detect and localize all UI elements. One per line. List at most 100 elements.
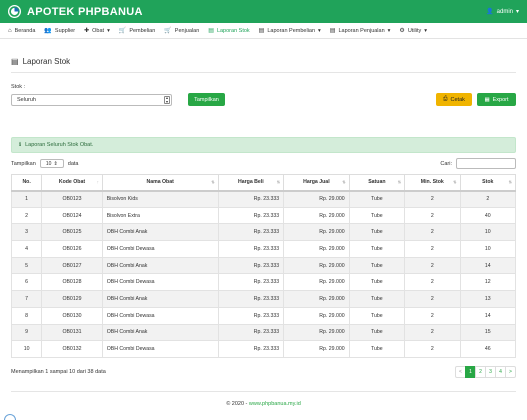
table-cell: 2: [404, 240, 461, 258]
table-cell: 5: [10, 256, 43, 275]
length-prefix: Tampilkan: [11, 160, 36, 167]
sort-icon: ⇅: [342, 179, 346, 185]
table-cell: Tube: [348, 290, 406, 308]
alert-text: Laporan Seluruh Stok Obat.: [25, 142, 94, 148]
nav-item-obat[interactable]: ✚ Obat ▾: [84, 28, 110, 34]
table-cell: Rp. 29.000: [283, 306, 350, 325]
table-cell: Rp. 29.000: [283, 240, 350, 258]
nav-item-label: Utility: [407, 27, 422, 34]
nav-item-laporan-pembelian[interactable]: ▤ Laporan Pembelian ▾: [259, 28, 321, 34]
sort-icon: ⇅: [397, 179, 402, 185]
table-cell: 2: [404, 306, 461, 325]
table-row: 5 OB0127 OBH Combi Anak Rp. 23.333 Rp. 29.00…: [10, 256, 517, 275]
table-cell: 46: [459, 340, 517, 358]
column-header-label: Stok: [482, 179, 494, 186]
table-cell: 40: [459, 206, 517, 225]
top-bar: APOTEK PHPBANUA 👤 admin ▾: [0, 0, 527, 23]
table-cell: Tube: [348, 273, 406, 292]
column-header-nama-obat[interactable]: Nama Obat ⇅: [101, 174, 219, 192]
file-icon: ▤: [11, 56, 19, 66]
table-cell: OB0125: [41, 223, 103, 242]
column-header-label: No.: [22, 179, 31, 186]
user-icon: 👤: [486, 9, 494, 15]
file-icon: ▤: [329, 27, 336, 34]
page-title: Laporan Stok: [22, 56, 71, 66]
table-cell: OB0132: [41, 340, 103, 358]
table-cell: Tube: [348, 323, 406, 342]
export-button[interactable]: ▦ Export: [477, 93, 516, 106]
nav-item-laporan-stok[interactable]: ▤ Laporan Stok: [208, 28, 249, 34]
table-row: 4 OB0126 OBH Combi Dewasa Rp. 23.333 Rp. 29.…: [10, 240, 517, 258]
column-header-stok[interactable]: Stok ⇅: [459, 174, 517, 192]
cart-icon: 🛒: [118, 27, 127, 34]
page-length-select[interactable]: 10 ⇕: [39, 159, 64, 168]
table-cell: 4: [10, 240, 43, 258]
column-header-label: Nama Obat: [146, 179, 174, 186]
length-suffix: data: [67, 160, 79, 167]
column-header-label: Harga Beli: [238, 179, 264, 186]
table-cell: 1: [10, 190, 43, 208]
pagination-next[interactable]: >: [505, 365, 516, 378]
table-cell: 2: [459, 190, 517, 208]
app-brand[interactable]: APOTEK PHPBANUA: [27, 6, 143, 18]
search-input[interactable]: [456, 158, 516, 169]
table-cell: 2: [404, 290, 461, 308]
user-menu[interactable]: 👤 admin ▾: [486, 8, 519, 16]
nav-item-penjualan[interactable]: 🛒 Penjualan: [164, 28, 199, 34]
nav-item-utility[interactable]: ⚙ Utility ▾: [399, 28, 427, 34]
table-cell: OB0129: [41, 290, 103, 308]
nav-item-supplier[interactable]: 👥 Supplier: [44, 28, 75, 34]
table-cell: Tube: [348, 240, 406, 258]
table-cell: Tube: [348, 306, 406, 325]
print-icon: ⎙: [443, 96, 448, 102]
sort-icon: ⇅: [211, 179, 215, 185]
sort-icon: ⇅: [276, 179, 281, 185]
table-cell: Rp. 23.333: [217, 256, 285, 275]
stock-filter-select[interactable]: Seluruh ▴ ▾: [11, 93, 172, 106]
corner-widget-icon[interactable]: [4, 414, 16, 420]
table-cell: Tube: [348, 340, 406, 358]
table-cell: 3: [10, 223, 43, 242]
table-cell: OB0128: [41, 273, 103, 292]
column-header-kode-obat[interactable]: Kode Obat ↑: [41, 174, 103, 192]
logo-icon: [8, 5, 21, 18]
nav-item-label: Laporan Penjualan: [338, 27, 385, 34]
nav-item-pembelian[interactable]: 🛒 Pembelian: [119, 28, 155, 34]
table-cell: Rp. 29.000: [283, 256, 350, 275]
footer-copyright: © 2020 -: [226, 400, 249, 407]
nav-item-beranda[interactable]: ⌂ Beranda: [8, 28, 35, 34]
table-cell: OB0127: [41, 256, 103, 275]
table-cell: 2: [404, 256, 461, 275]
table-row: 10 OB0132 OBH Combi Dewasa Rp. 23.333 Rp. 29…: [10, 340, 517, 358]
cetak-button[interactable]: ⎙ Cetak: [436, 93, 472, 106]
table-cell: OBH Combi Dewasa: [101, 273, 219, 292]
table-cell: Rp. 23.333: [217, 223, 285, 242]
excel-icon: ▦: [484, 96, 490, 103]
column-header-harga-beli[interactable]: Harga Beli ⇅: [217, 174, 285, 192]
nav-item-laporan-penjualan[interactable]: ▤ Laporan Penjualan ▾: [330, 28, 391, 34]
table-cell: OB0126: [41, 240, 103, 258]
table-cell: 10: [459, 240, 517, 258]
stock-filter-value: Seluruh: [17, 96, 36, 103]
column-header-min-stok[interactable]: Min. Stok ⇅: [404, 174, 461, 192]
table-row: 2 OB0124 Bisolvon Extra Rp. 23.333 Rp. 29.00…: [10, 206, 517, 225]
page-length-value: 10: [45, 160, 52, 167]
table-cell: OBH Combi Dewasa: [101, 340, 219, 358]
table-cell: Rp. 29.000: [283, 290, 350, 308]
file-icon: ▤: [208, 27, 214, 34]
tampilkan-button[interactable]: Tampilkan: [188, 93, 225, 106]
table-cell: 2: [404, 223, 461, 242]
info-icon: ℹ: [19, 142, 22, 148]
pagination: <1 2 3 4 >: [455, 365, 516, 378]
column-header-satuan[interactable]: Satuan ⇅: [348, 174, 406, 192]
footer-link[interactable]: www.phpbanua.my.id: [249, 401, 301, 407]
table-cell: 15: [459, 323, 517, 342]
user-name: admin: [496, 8, 513, 15]
column-header-no[interactable]: No.: [10, 174, 43, 192]
table-cell: Rp. 23.333: [217, 290, 285, 308]
column-header-harga-jual[interactable]: Harga Jual ⇅: [283, 174, 350, 192]
sort-icon: ⇅: [453, 179, 457, 185]
table-row: 8 OB0130 OBH Combi Dewasa Rp. 23.333 Rp. 29.…: [10, 306, 517, 325]
nav-item-label: Beranda: [14, 27, 36, 34]
chevron-updown-icon: ⇕: [53, 160, 58, 167]
